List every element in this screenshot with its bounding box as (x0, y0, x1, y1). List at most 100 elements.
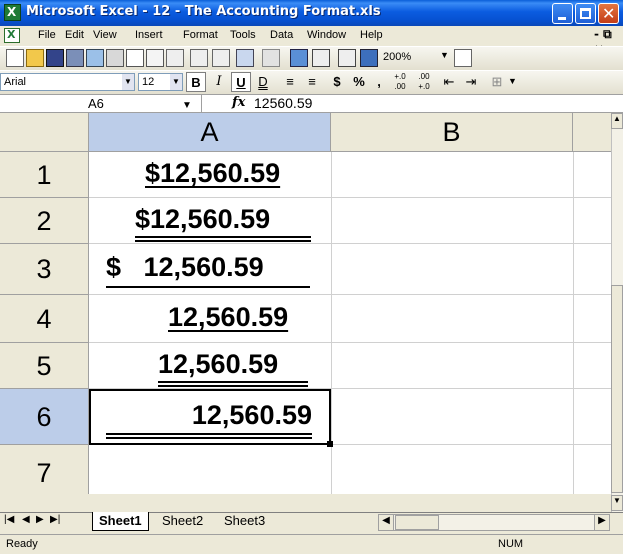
autosum-icon[interactable] (312, 49, 330, 67)
column-header-c[interactable] (573, 113, 611, 152)
font-name-combo[interactable]: Arial ▼ (0, 73, 135, 91)
research-icon[interactable] (146, 49, 164, 67)
vertical-scroll-thumb[interactable] (611, 285, 623, 493)
insert-function-icon[interactable]: fx (232, 95, 245, 110)
worksheet-grid[interactable]: A B 1 $12,560.59 2 $12,560.59 3 $ 12,560… (0, 113, 611, 494)
chart-wizard-icon[interactable] (360, 49, 378, 67)
double-underline-button[interactable]: D (254, 72, 272, 92)
cell-a5[interactable]: 12,560.59 (158, 349, 308, 387)
menu-help[interactable]: Help (360, 29, 383, 41)
menu-format[interactable]: Format (183, 29, 218, 41)
borders-icon[interactable]: ⊞ (488, 72, 506, 92)
save-icon[interactable] (46, 49, 64, 67)
column-header-a[interactable]: A (89, 113, 331, 152)
last-sheet-icon[interactable]: ▶| (50, 514, 60, 525)
decrease-indent-icon[interactable]: ⇤ (440, 72, 458, 92)
underline-mark (158, 385, 308, 387)
scroll-up-icon[interactable]: ▲ (611, 113, 623, 129)
name-box[interactable]: A6 (0, 95, 202, 112)
bold-button[interactable]: B (186, 72, 206, 92)
select-all-button[interactable] (0, 113, 89, 152)
comma-style-button[interactable]: , (372, 72, 386, 92)
prev-sheet-icon[interactable]: ◀ (22, 514, 30, 525)
horizontal-scroll-thumb[interactable] (395, 515, 439, 530)
status-text: Ready (6, 538, 38, 550)
zoom-value: 200% (383, 51, 412, 63)
underline-mark (158, 381, 308, 383)
increase-decimal-icon[interactable]: +.0.00 (390, 72, 410, 92)
italic-button[interactable]: I (210, 72, 228, 92)
print-icon[interactable] (106, 49, 124, 67)
menu-file[interactable]: File (38, 29, 56, 41)
currency-style-button[interactable]: $ (328, 72, 346, 92)
hyperlink-icon[interactable] (290, 49, 308, 67)
excel-app-icon[interactable]: X (4, 4, 21, 21)
spelling-icon[interactable] (166, 49, 184, 67)
fill-handle[interactable] (327, 441, 333, 447)
status-bar (0, 534, 623, 554)
first-sheet-icon[interactable]: |◀ (4, 514, 14, 525)
maximize-button[interactable] (575, 3, 596, 24)
close-button[interactable]: ✕ (598, 3, 619, 24)
borders-dropdown-icon[interactable]: ▼ (508, 76, 517, 86)
sheet-tab-sheet3[interactable]: Sheet3 (218, 512, 271, 531)
cell-a3[interactable]: $ 12,560.59 (106, 252, 310, 288)
percent-style-button[interactable]: % (350, 72, 368, 92)
row-divider (89, 342, 611, 343)
chevron-down-icon: ▼ (170, 74, 182, 90)
row-header-6[interactable]: 6 (0, 389, 89, 445)
formula-input[interactable]: 12560.59 (254, 95, 312, 112)
column-divider (573, 152, 574, 494)
row-header-4[interactable]: 4 (0, 295, 89, 343)
scroll-right-icon[interactable]: ▶ (594, 514, 610, 531)
workbook-icon[interactable]: X (4, 28, 20, 43)
underline-button[interactable]: U (231, 72, 251, 92)
cut-icon[interactable] (190, 49, 208, 67)
column-header-b[interactable]: B (331, 113, 573, 152)
row-header-7[interactable]: 7 (0, 445, 89, 494)
sort-ascending-icon[interactable] (338, 49, 356, 67)
row-header-5[interactable]: 5 (0, 343, 89, 389)
menu-window[interactable]: Window (307, 29, 346, 41)
name-box-dropdown-icon[interactable]: ▼ (182, 100, 192, 111)
redo-icon[interactable] (262, 49, 280, 67)
scroll-down-icon[interactable]: ▼ (611, 495, 623, 511)
new-icon[interactable] (6, 49, 24, 67)
open-icon[interactable] (26, 49, 44, 67)
scroll-left-icon[interactable]: ◀ (378, 514, 394, 531)
menu-view[interactable]: View (93, 29, 117, 41)
row-header-3[interactable]: 3 (0, 244, 89, 295)
decrease-decimal-icon[interactable]: .00 +.0 (414, 72, 434, 92)
font-name-value: Arial (4, 76, 27, 88)
sheet-tab-sheet2[interactable]: Sheet2 (156, 512, 209, 531)
format-painter-icon[interactable] (212, 49, 230, 67)
app-icon-letter: X (7, 5, 17, 19)
minimize-button[interactable] (552, 3, 573, 24)
cell-a1[interactable]: $12,560.59 (145, 158, 280, 189)
maximize-icon (580, 8, 591, 19)
align-center-icon[interactable]: ≡ (280, 72, 300, 92)
help-icon[interactable] (454, 49, 472, 67)
increase-indent-icon[interactable]: ⇥ (462, 72, 480, 92)
menu-data[interactable]: Data (270, 29, 293, 41)
menu-edit[interactable]: Edit (65, 29, 84, 41)
menu-insert[interactable]: Insert (135, 29, 163, 41)
cell-a2[interactable]: $12,560.59 (135, 204, 311, 242)
menu-tools[interactable]: Tools (230, 29, 256, 41)
next-sheet-icon[interactable]: ▶ (36, 514, 44, 525)
underline-mark (106, 286, 310, 288)
email-icon[interactable] (86, 49, 104, 67)
row-header-2[interactable]: 2 (0, 198, 89, 244)
row-divider (89, 294, 611, 295)
print-preview-icon[interactable] (126, 49, 144, 67)
zoom-dropdown-icon[interactable]: ▼ (440, 50, 449, 60)
row-header-1[interactable]: 1 (0, 152, 89, 198)
undo-icon[interactable] (236, 49, 254, 67)
zoom-box[interactable]: 200% (380, 49, 438, 67)
sheet-tab-sheet1[interactable]: Sheet1 (92, 512, 149, 531)
workbook-icon-letter: X (7, 28, 16, 41)
cell-a4[interactable]: 12,560.59 (168, 302, 288, 333)
permission-icon[interactable] (66, 49, 84, 67)
font-size-combo[interactable]: 12 ▼ (138, 73, 183, 91)
align-right-icon[interactable]: ≡ (302, 72, 322, 92)
